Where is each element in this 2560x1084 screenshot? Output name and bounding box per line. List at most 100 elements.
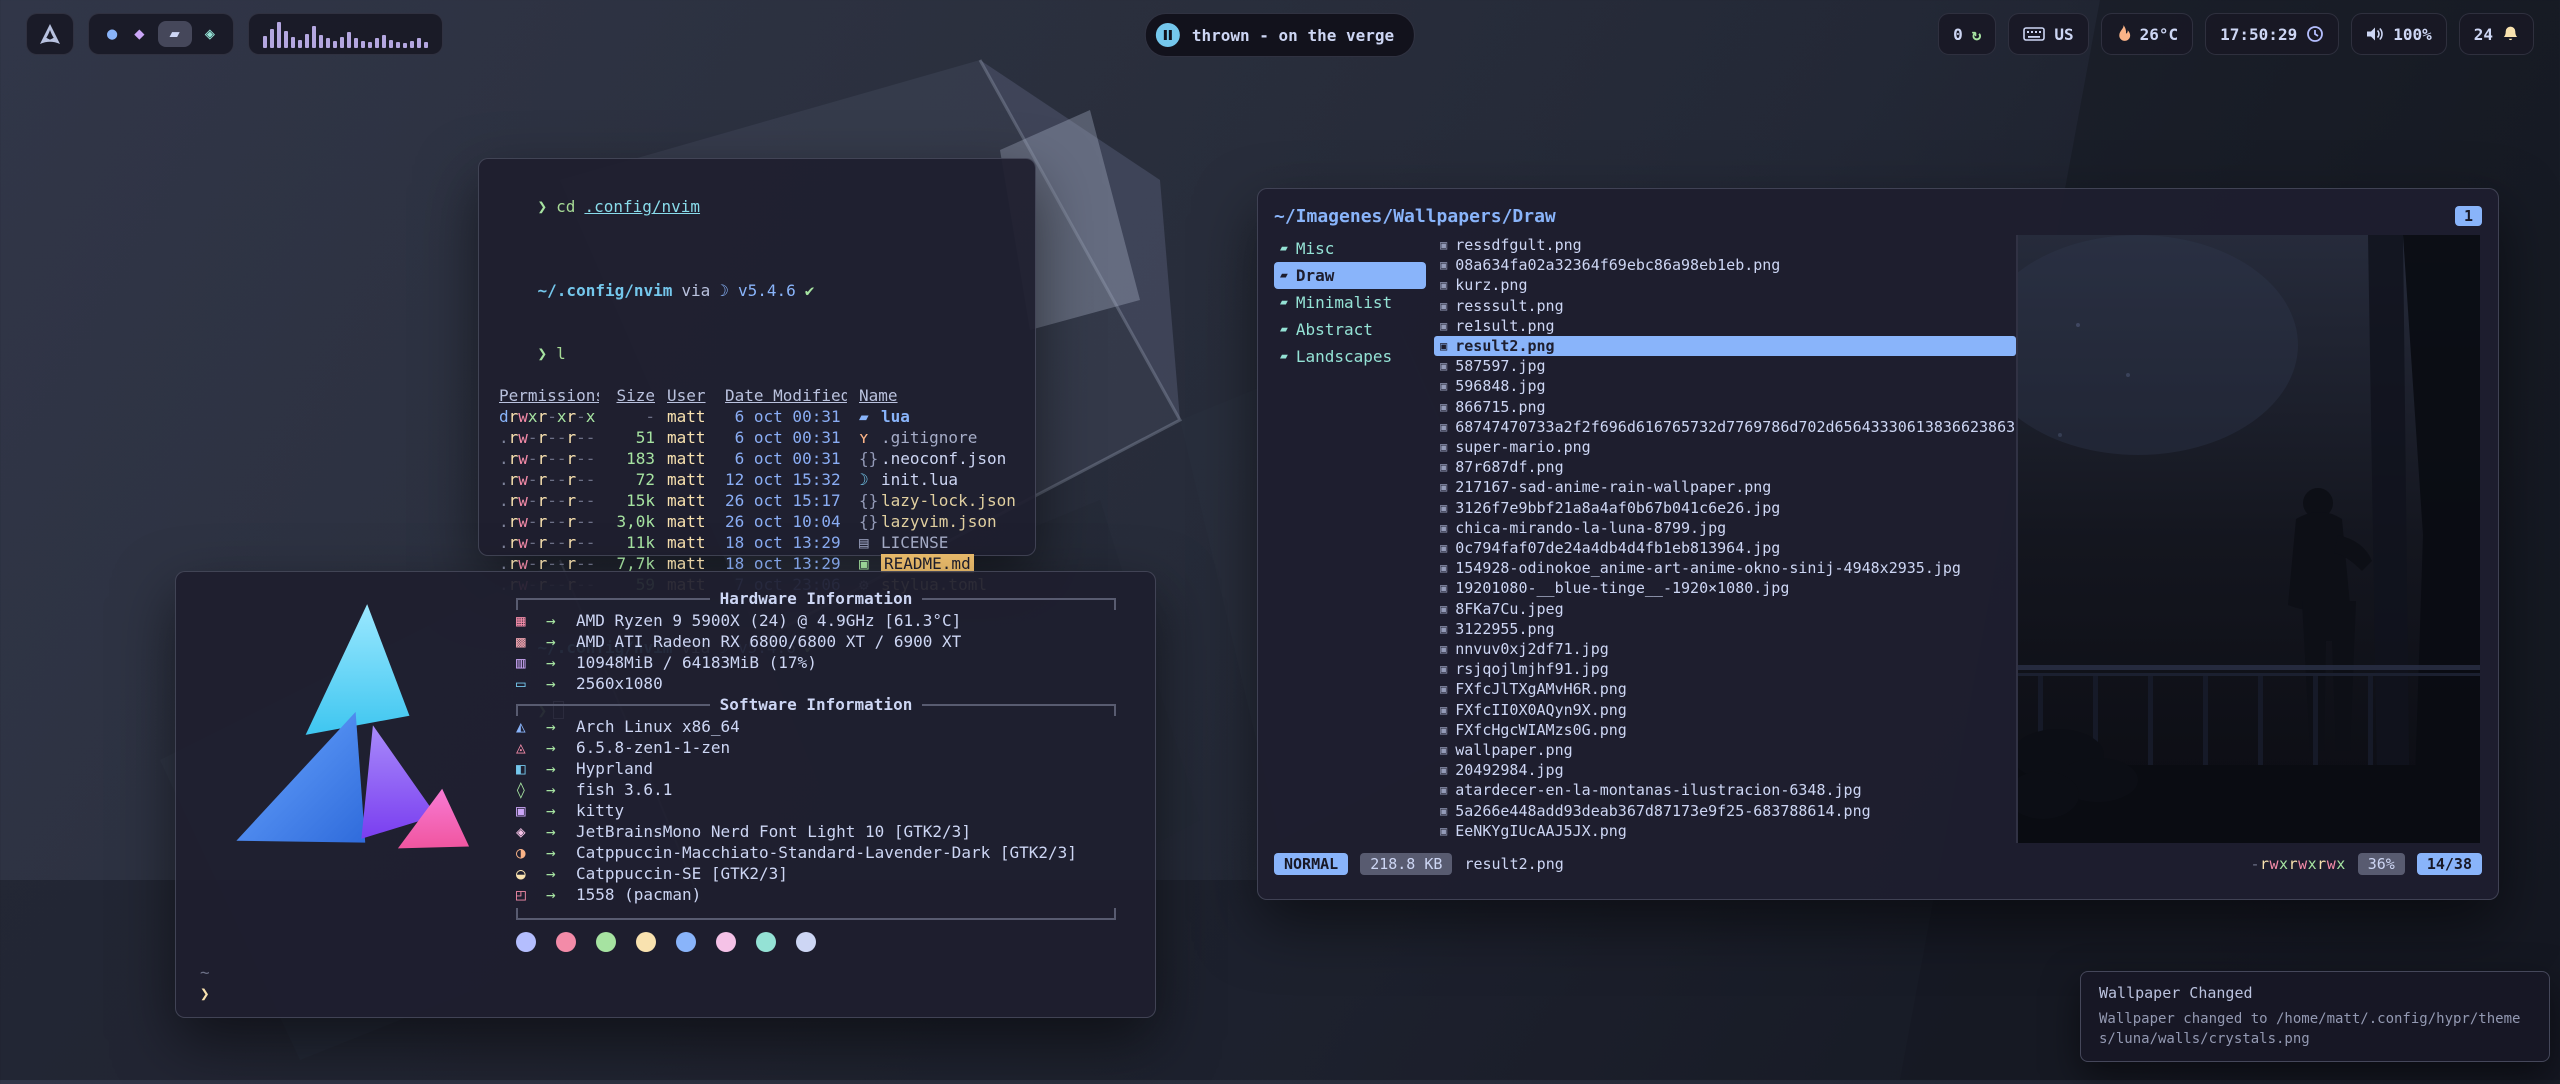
temperature-module[interactable]: 26°C — [2101, 13, 2194, 55]
info-row: ▩→AMD ATI Radeon RX 6800/6800 XT / 6900 … — [516, 631, 1116, 652]
file-row[interactable]: ▣ 3126f7e9bbf21a8a4af0b67b041c6e26.jpg — [1434, 498, 2016, 518]
file-row[interactable]: ▣super-mario.png — [1434, 437, 2016, 457]
launcher-button[interactable] — [26, 13, 74, 55]
terminal-window[interactable]: ❯cd.config/nvim ~/.config/nvimvia☽v5.4.6… — [478, 158, 1036, 556]
image-icon: ▣ — [1440, 437, 1447, 457]
info-row: ◑→Catppuccin-Macchiato-Standard-Lavender… — [516, 842, 1116, 863]
column-header: Name — [859, 385, 1015, 406]
hardware-section-header: Hardware Information — [516, 588, 1116, 610]
file-row[interactable]: ▣ 19201080-__blue-tinge__-1920×1080.jpg — [1434, 578, 2016, 598]
font-icon: ◈ — [516, 821, 546, 842]
file-name: rsjqojlmjhf91.jpg — [1455, 659, 1609, 679]
file-row[interactable]: ▣87r687df.png — [1434, 457, 2016, 477]
file-row[interactable]: ▣FXfcII0X0AQyn9X.png — [1434, 700, 2016, 720]
user-cell: matt — [667, 427, 713, 448]
info-text: AMD Ryzen 9 5900X (24) @ 4.9GHz [61.3°C] — [576, 610, 961, 631]
visualizer-bar — [389, 40, 393, 48]
lua-version: v5.4.6 — [738, 281, 796, 300]
file-row[interactable]: ▣wallpaper.png — [1434, 740, 2016, 760]
keyboard-module[interactable]: US — [2008, 13, 2088, 55]
file-row[interactable]: ▣kurz.png — [1434, 275, 2016, 295]
workspace-music-icon[interactable]: ◆ — [130, 22, 148, 46]
shell-prompt-char: ❯ — [200, 983, 1131, 1004]
file-row[interactable]: ▣3122955.png — [1434, 619, 2016, 639]
status-filename: result2.png — [1464, 855, 1563, 873]
fetch-terminal-window[interactable]: Hardware Information ▦→AMD Ryzen 9 5900X… — [175, 571, 1156, 1018]
file-row[interactable]: ▣217167-sad-anime-rain-wallpaper.png — [1434, 477, 2016, 497]
image-icon: ▣ — [1440, 336, 1447, 356]
file-row[interactable]: ▣rsjqojlmjhf91.jpg — [1434, 659, 2016, 679]
image-icon: ▣ — [1440, 235, 1447, 255]
directory-row[interactable]: ▰Misc — [1274, 235, 1426, 262]
volume-module[interactable]: 100% — [2351, 13, 2447, 55]
file-row[interactable]: ▣EeNKYgIUcAAJ5JX.png — [1434, 821, 2016, 841]
user-cell: matt — [667, 469, 713, 490]
updates-module[interactable]: 0 ↻ — [1938, 13, 1996, 55]
file-row[interactable]: ▣0c794faf07de24a4db4d4fb1eb813964.jpg — [1434, 538, 2016, 558]
file-row[interactable]: ▣ result2.png — [1434, 336, 2016, 356]
file-row[interactable]: ▣20492984.jpg — [1434, 760, 2016, 780]
media-player-widget[interactable]: thrown - on the verge — [1145, 13, 1415, 57]
image-icon: ▣ — [1440, 538, 1447, 558]
directory-row[interactable]: ▰Abstract — [1274, 316, 1426, 343]
directory-row[interactable]: ▰Draw — [1274, 262, 1426, 289]
arrow-icon: → — [546, 737, 576, 758]
file-name: FXfcII0X0AQyn9X.png — [1455, 700, 1627, 720]
file-row[interactable]: ▣nnvuv0xj2df71.jpg — [1434, 639, 2016, 659]
file-row[interactable]: ▣08a634fa02a32364f69ebc86a98eb1eb.png — [1434, 255, 2016, 275]
file-row[interactable]: ▣596848.jpg — [1434, 376, 2016, 396]
theme-icon: ◑ — [516, 842, 546, 863]
image-icon: ▣ — [1440, 356, 1447, 376]
directory-row[interactable]: ▰Minimalist — [1274, 289, 1426, 316]
file-name: nnvuv0xj2df71.jpg — [1455, 639, 1609, 659]
directory-name: Draw — [1296, 262, 1335, 289]
directory-name: Landscapes — [1296, 343, 1392, 370]
tab-badge[interactable]: 1 — [2455, 206, 2482, 226]
image-icon: ▣ — [1440, 477, 1447, 497]
file-name: 3126f7e9bbf21a8a4af0b67b041c6e26.jpg — [1455, 498, 1780, 518]
file-name: result2.png — [1455, 336, 1554, 356]
directory-row[interactable]: ▰Landscapes — [1274, 343, 1426, 370]
file-row[interactable]: ▣ressdfgult.png — [1434, 235, 2016, 255]
image-icon: ▣ — [1440, 498, 1447, 518]
file-row[interactable]: ▣resssult.png — [1434, 296, 2016, 316]
topbar-left-modules: ● ◆ ▰ ◈ — [26, 13, 443, 55]
workspace-paint-icon[interactable]: ◈ — [201, 22, 219, 46]
name-cell: {}lazy-lock.json — [859, 490, 1015, 511]
volume-level: 100% — [2393, 25, 2432, 44]
file-row[interactable]: ▣866715.png — [1434, 397, 2016, 417]
file-row[interactable]: ▣68747470733a2f2f696d616765732d7769786d7… — [1434, 417, 2016, 437]
info-text: JetBrainsMono Nerd Font Light 10 [GTK2/3… — [576, 821, 971, 842]
file-row[interactable]: ▣587597.jpg — [1434, 356, 2016, 376]
audio-visualizer[interactable] — [248, 13, 443, 55]
file-name: 19201080-__blue-tinge__-1920×1080.jpg — [1455, 578, 1789, 598]
date-cell: 26 oct 10:04 — [725, 511, 847, 532]
file-row[interactable]: ▣re1sult.png — [1434, 316, 2016, 336]
permissions-cell: .rw-r--r-- — [499, 469, 599, 490]
name-cell: ☽init.lua — [859, 469, 1015, 490]
permissions-cell: .rw-r--r-- — [499, 490, 599, 511]
file-row[interactable]: ▣8FKa7Cu.jpeg — [1434, 599, 2016, 619]
os-icon: ◭ — [516, 716, 546, 737]
notification-popup[interactable]: Wallpaper Changed Wallpaper changed to /… — [2080, 971, 2550, 1062]
file-row[interactable]: ▣chica-mirando-la-luna-8799.jpg — [1434, 518, 2016, 538]
file-manager-window[interactable]: ~/Imagenes/Wallpapers/Draw 1 ▰Misc▰Draw▰… — [1257, 188, 2499, 900]
updates-icon: ↻ — [1972, 25, 1982, 44]
file-name: FXfcHgcWIAMzs0G.png — [1455, 720, 1627, 740]
file-row[interactable]: ▣atardecer-en-la-montanas-ilustracion-63… — [1434, 780, 2016, 800]
file-row[interactable]: ▣FXfcJlTXgAMvH6R.png — [1434, 679, 2016, 699]
workspace-files-icon[interactable]: ▰ — [158, 21, 192, 47]
file-row[interactable]: ▣5a266e448add93deab367d87173e9f25-683788… — [1434, 801, 2016, 821]
listing-row: .rw-r--r--11kmatt18 oct 13:29▤LICENSE — [499, 532, 1015, 553]
notifications-module[interactable]: 24 — [2459, 13, 2534, 55]
user-cell: matt — [667, 532, 713, 553]
palette-dot — [676, 932, 696, 952]
clock-module[interactable]: 17:50:29 — [2205, 13, 2339, 55]
date-cell: 6 oct 00:31 — [725, 448, 847, 469]
workspace-ghost-icon[interactable]: ● — [103, 22, 121, 46]
file-row[interactable]: ▣FXfcHgcWIAMzs0G.png — [1434, 720, 2016, 740]
visualizer-bar — [263, 36, 267, 48]
file-row[interactable]: ▣154928-odinokoe_anime-art-anime-okno-si… — [1434, 558, 2016, 578]
topbar-right-modules: 0 ↻ US 26°C 17:50:29 100% — [1938, 13, 2534, 55]
image-icon: ▣ — [1440, 578, 1447, 598]
